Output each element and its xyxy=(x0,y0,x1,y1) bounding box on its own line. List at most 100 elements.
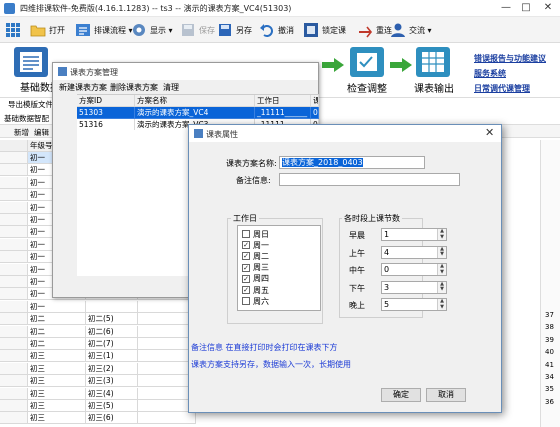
note-input[interactable] xyxy=(279,173,460,186)
workday-item[interactable]: ✓ 周四 xyxy=(242,274,269,284)
row-header[interactable] xyxy=(0,189,28,202)
checkbox-checked-icon[interactable]: ✓ xyxy=(242,286,250,294)
maximize-button[interactable]: □ xyxy=(516,1,536,15)
row-header[interactable] xyxy=(0,263,28,276)
row-header[interactable] xyxy=(0,350,28,363)
workday-item[interactable]: 周六 xyxy=(242,296,269,306)
checkbox-unchecked-icon[interactable] xyxy=(242,230,250,238)
spinner-arrows-icon[interactable]: ▲ ▼ xyxy=(437,263,446,275)
row-header[interactable] xyxy=(0,276,28,288)
row-header[interactable] xyxy=(0,152,28,164)
class-cell[interactable]: 初二(7) xyxy=(86,338,138,350)
toolbar-open-button[interactable]: 打开 xyxy=(30,20,65,40)
checkbox-unchecked-icon[interactable] xyxy=(242,297,250,306)
prop-close-button[interactable]: ✕ xyxy=(485,126,494,139)
toolbar-lock-button[interactable]: 锁定课 xyxy=(303,20,346,40)
row-header[interactable] xyxy=(0,214,28,226)
workday-item[interactable]: ✓ 周一 xyxy=(242,240,269,250)
clean-menu[interactable]: 清理 xyxy=(163,82,179,93)
period-spinner[interactable]: 1 ▲ ▼ xyxy=(381,228,447,241)
grade-cell[interactable]: 初二 xyxy=(28,325,86,338)
scheme-name-input[interactable]: 课表方案_2018_0403 xyxy=(279,156,425,169)
row-header[interactable] xyxy=(0,313,28,326)
cancel-button[interactable]: 取消 xyxy=(426,388,466,402)
grade-cell[interactable]: 初三 xyxy=(28,387,86,400)
toolbar-chat-button[interactable]: 交流 ▾ xyxy=(390,20,432,40)
nav-check-adjust-label[interactable]: 检查调整 xyxy=(347,80,387,95)
export-template-button[interactable]: 导出模版文件 xyxy=(8,99,53,110)
new-button[interactable]: 新增 xyxy=(14,127,29,138)
row-header[interactable] xyxy=(0,338,28,350)
toolbar-flow-button[interactable]: 排课流程 ▾ xyxy=(75,20,133,40)
class-cell[interactable]: 初二(6) xyxy=(86,325,138,338)
row-header[interactable] xyxy=(0,375,28,388)
checkbox-checked-icon[interactable]: ✓ xyxy=(242,252,250,261)
spinner-arrows-icon[interactable]: ▲ ▼ xyxy=(437,298,446,310)
minimize-button[interactable]: — xyxy=(496,1,516,15)
service-link[interactable]: 服务系统 xyxy=(474,68,506,79)
workday-item[interactable]: ✓ 周三 xyxy=(242,263,269,273)
delete-scheme-menu[interactable]: 删除课表方案 xyxy=(110,82,158,93)
value-cell[interactable] xyxy=(138,412,196,425)
grade-cell[interactable]: 初二 xyxy=(28,313,86,326)
new-scheme-menu[interactable]: 新建课表方案 xyxy=(59,82,107,93)
class-cell[interactable]: 初二(5) xyxy=(86,313,138,326)
workday-item[interactable]: ✓ 周五 xyxy=(242,285,269,295)
period-spinner[interactable]: 5 ▲ ▼ xyxy=(381,298,447,311)
row-header[interactable] xyxy=(0,288,28,301)
row-header[interactable] xyxy=(0,412,28,425)
row-header[interactable] xyxy=(0,176,28,189)
toolbar-reconnect-button[interactable]: 重连 xyxy=(357,20,392,40)
daily-substitution-link[interactable]: 日常调代课管理 xyxy=(474,83,530,94)
edit-button[interactable]: 编辑 xyxy=(34,127,49,138)
row-header[interactable] xyxy=(0,400,28,412)
row-header[interactable] xyxy=(0,325,28,338)
grade-cell[interactable]: 初三 xyxy=(28,362,86,375)
checkbox-checked-icon[interactable]: ✓ xyxy=(242,241,250,250)
timetable-output-icon[interactable] xyxy=(416,47,450,77)
tab-basic-data[interactable]: 基础数据智配 xyxy=(4,113,49,124)
workday-item[interactable]: ✓ 周二 xyxy=(242,251,269,261)
class-cell[interactable] xyxy=(86,300,138,313)
class-cell[interactable]: 初三(5) xyxy=(86,400,138,412)
basic-data-icon[interactable] xyxy=(14,47,48,77)
grid-menu-icon[interactable] xyxy=(5,22,21,38)
spinner-arrows-icon[interactable]: ▲ ▼ xyxy=(437,228,446,240)
check-adjust-icon[interactable] xyxy=(350,47,384,77)
row-header[interactable] xyxy=(0,164,28,177)
spinner-arrows-icon[interactable]: ▲ ▼ xyxy=(437,246,446,258)
toolbar-display-button[interactable]: 显示 ▾ xyxy=(131,20,173,40)
grade-cell[interactable]: 初三 xyxy=(28,350,86,363)
toolbar-undo-button[interactable]: 撤消 xyxy=(259,20,294,40)
close-button[interactable]: ✕ xyxy=(538,1,558,15)
feedback-link[interactable]: 错误报告与功能建议 xyxy=(474,53,546,64)
period-spinner[interactable]: 4 ▲ ▼ xyxy=(381,245,447,259)
spinner-arrows-icon[interactable]: ▲ ▼ xyxy=(437,281,446,293)
row-header[interactable] xyxy=(0,201,28,214)
row-header[interactable] xyxy=(0,251,28,264)
class-cell[interactable]: 初三(4) xyxy=(86,387,138,400)
class-cell[interactable]: 初三(6) xyxy=(86,412,138,425)
class-cell[interactable]: 初三(1) xyxy=(86,350,138,363)
grade-cell[interactable]: 初三 xyxy=(28,400,86,412)
toolbar-save-button[interactable]: 保存 xyxy=(180,20,215,40)
workday-item[interactable]: 周日 xyxy=(242,229,269,239)
nav-output-label[interactable]: 课表输出 xyxy=(414,80,454,95)
ok-button[interactable]: 确定 xyxy=(381,388,421,402)
row-header[interactable] xyxy=(0,387,28,400)
row-header[interactable] xyxy=(0,226,28,239)
row-header[interactable] xyxy=(0,362,28,375)
row-header[interactable] xyxy=(0,238,28,251)
period-spinner[interactable]: 3 ▲ ▼ xyxy=(381,280,447,294)
checkbox-checked-icon[interactable]: ✓ xyxy=(242,263,250,272)
scheme-row-selected[interactable]: 51303 演示的课表方案_VC4 _11111______ 0, xyxy=(77,107,319,119)
period-spinner[interactable]: 0 ▲ ▼ xyxy=(381,263,447,276)
grade-cell[interactable]: 初二 xyxy=(28,338,86,350)
class-cell[interactable]: 初三(2) xyxy=(86,362,138,375)
grade-cell[interactable]: 初一 xyxy=(28,300,86,313)
class-cell[interactable]: 初三(3) xyxy=(86,375,138,388)
toolbar-save-as-button[interactable]: 另存 xyxy=(217,20,252,40)
grade-cell[interactable]: 初三 xyxy=(28,412,86,425)
checkbox-checked-icon[interactable]: ✓ xyxy=(242,274,250,283)
grade-cell[interactable]: 初三 xyxy=(28,375,86,388)
